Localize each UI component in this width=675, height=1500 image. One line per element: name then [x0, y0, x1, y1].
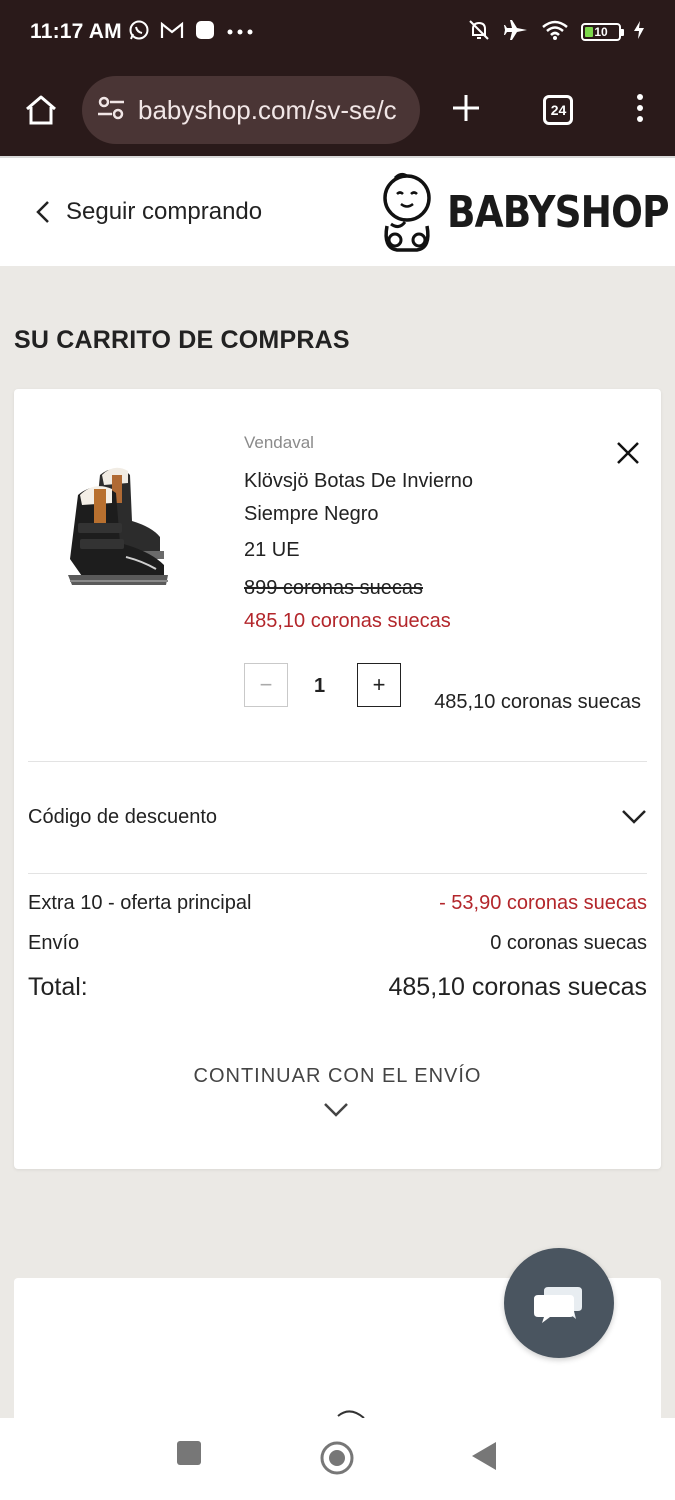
quantity-decrease-button[interactable]: − — [244, 663, 288, 707]
brand-name: BABYSHOP — [447, 186, 669, 238]
quantity-value: 1 — [314, 675, 326, 697]
charging-icon — [633, 20, 645, 45]
chevron-left-icon — [36, 201, 49, 223]
total-value: 485,10 coronas suecas — [388, 973, 647, 1001]
browser-menu-button[interactable] — [636, 93, 644, 128]
app-icon — [194, 19, 216, 46]
home-icon — [26, 95, 56, 125]
status-bar: 11:17 AM 10 — [0, 0, 675, 64]
total-row: Total: 485,10 coronas suecas — [28, 973, 647, 1002]
quantity-increase-button[interactable]: + — [357, 663, 401, 707]
recent-apps-button[interactable] — [176, 1440, 202, 1471]
promo-label: Extra 10 - oferta principal — [28, 892, 252, 914]
gmail-icon — [160, 20, 184, 45]
chevron-down-icon[interactable] — [322, 1101, 350, 1119]
product-size: 21 UE — [244, 539, 300, 561]
address-bar[interactable]: babyshop.com/sv-se/c — [82, 76, 420, 144]
chat-bubbles-icon — [534, 1287, 582, 1323]
discount-code-label: Código de descuento — [28, 805, 218, 828]
url-text[interactable]: babyshop.com/sv-se/c — [138, 95, 397, 126]
battery-level: 10 — [594, 25, 608, 39]
airplane-icon — [503, 17, 529, 48]
circle-icon — [320, 1441, 354, 1475]
square-icon — [177, 1441, 201, 1465]
product-name[interactable]: Klövsjö Botas De Invierno Siempre Negro — [244, 465, 544, 531]
home-button[interactable] — [0, 92, 82, 128]
site-header: Seguir comprando BABYSHOP — [0, 156, 675, 266]
remove-item-button[interactable] — [612, 437, 644, 469]
sale-price: 485,10 coronas suecas — [244, 610, 451, 632]
battery-icon: 10 — [581, 23, 624, 41]
product-image[interactable] — [60, 461, 210, 591]
divider — [28, 873, 647, 874]
shipping-row: Envío 0 coronas suecas — [28, 932, 647, 955]
more-dots-icon — [226, 23, 254, 41]
total-label: Total: — [28, 973, 88, 1001]
plus-icon — [453, 94, 480, 121]
site-settings-icon[interactable] — [96, 95, 126, 126]
brand-logo[interactable]: BABYSHOP — [377, 170, 669, 254]
new-tab-button[interactable] — [451, 93, 481, 128]
tab-switcher-button[interactable]: 24 — [543, 95, 574, 125]
page-title: SU CARRITO DE COMPRAS — [14, 326, 350, 354]
status-time: 11:17 AM — [30, 20, 122, 43]
whatsapp-icon — [128, 19, 150, 46]
original-price: 899 coronas suecas — [244, 577, 424, 599]
continue-to-shipping-button[interactable]: CONTINUAR CON EL ENVÍO — [14, 1065, 661, 1088]
promo-value: - 53,90 coronas suecas — [439, 892, 647, 914]
triangle-back-icon — [472, 1442, 496, 1470]
line-total: 485,10 coronas suecas — [434, 691, 641, 713]
shipping-value: 0 coronas suecas — [490, 932, 647, 954]
system-nav-bar — [0, 1418, 675, 1500]
shipping-label: Envío — [28, 932, 80, 954]
product-brand: Vendaval — [244, 433, 314, 452]
continue-shopping-link[interactable]: Seguir comprando — [36, 198, 262, 226]
promo-row: Extra 10 - oferta principal - 53,90 coro… — [28, 892, 647, 915]
home-nav-button[interactable] — [319, 1440, 355, 1481]
mute-icon — [467, 18, 491, 47]
continue-shopping-label: Seguir comprando — [66, 198, 263, 225]
close-icon — [617, 442, 639, 464]
discount-code-toggle[interactable]: Código de descuento — [28, 761, 647, 873]
vertical-dots-icon — [636, 93, 643, 122]
browser-toolbar: babyshop.com/sv-se/c 24 — [0, 64, 675, 156]
chevron-down-icon — [622, 810, 646, 824]
wifi-icon — [541, 19, 569, 46]
chat-button[interactable] — [504, 1248, 614, 1358]
cart-card: Vendaval Klövsjö Botas De Invierno Siemp… — [14, 389, 661, 1169]
baby-mascot-icon — [383, 172, 431, 252]
back-nav-button[interactable] — [470, 1440, 498, 1477]
